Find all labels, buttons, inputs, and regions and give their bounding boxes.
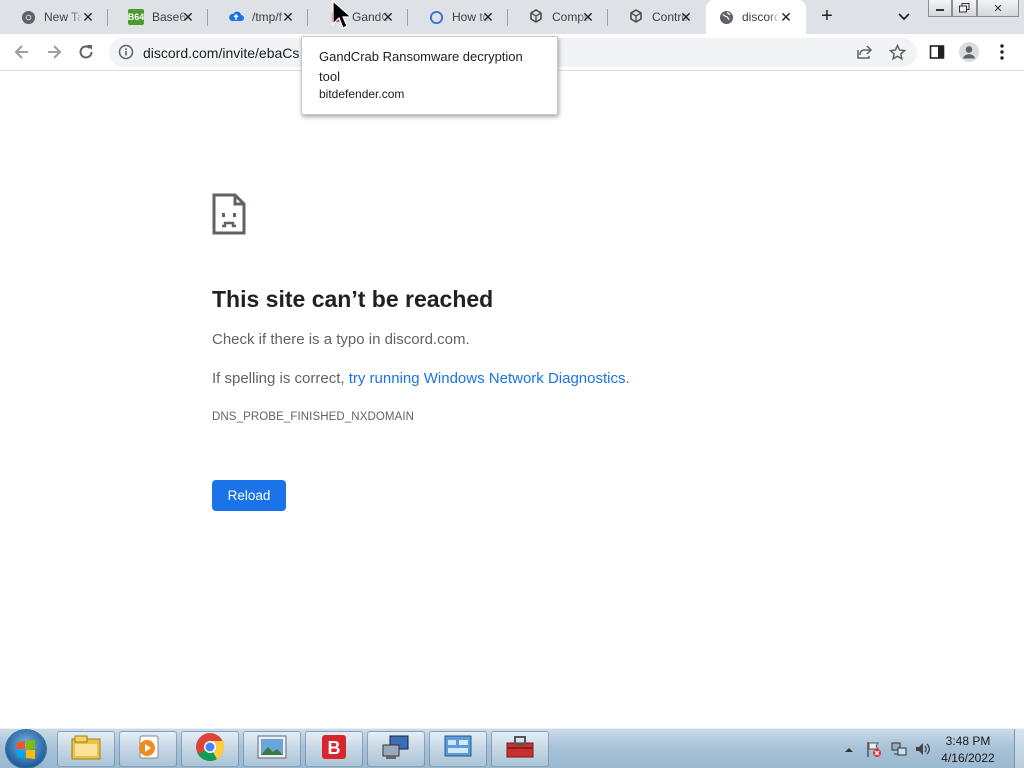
error-code: DNS_PROBE_FINISHED_NXDOMAIN [212, 411, 415, 423]
tab-strip: New Tab ✕ B64 Base64 ✕ /tmp/f ✕ B GandCr… [0, 0, 1024, 34]
network-diagnostics-link[interactable]: try running Windows Network Diagnostics [349, 370, 626, 387]
taskbar-chrome[interactable] [181, 731, 239, 767]
reload-icon[interactable] [74, 40, 98, 64]
bitdefender-icon: B [320, 733, 348, 766]
side-panel-icon[interactable] [925, 40, 949, 64]
back-button[interactable] [10, 40, 34, 64]
action-center-flag-icon[interactable] [865, 740, 883, 763]
start-button[interactable] [6, 730, 46, 768]
taskbar-photos[interactable] [243, 731, 301, 767]
taskbar-media-player[interactable] [119, 731, 177, 767]
tab-title: New Tab [44, 10, 82, 24]
chrome-icon [20, 9, 36, 25]
error-diagnostics-line: If spelling is correct, try running Wind… [212, 370, 630, 387]
close-icon[interactable]: ✕ [580, 9, 596, 25]
sad-page-icon [212, 193, 246, 240]
share-icon[interactable] [855, 44, 873, 65]
control-panel-icon [443, 733, 473, 766]
explorer-icon [70, 733, 102, 766]
tab-search-button[interactable] [893, 7, 915, 27]
close-icon[interactable]: ✕ [480, 9, 496, 25]
error-page: This site can’t be reached Check if ther… [0, 72, 1024, 728]
forward-button[interactable] [42, 40, 66, 64]
show-desktop-button[interactable] [1014, 729, 1024, 768]
close-icon[interactable]: ✕ [678, 9, 694, 25]
tab-base64[interactable]: B64 Base64 ✕ [108, 0, 208, 34]
taskbar-toolbox[interactable] [491, 731, 549, 767]
taskbar-control-panel[interactable] [429, 731, 487, 767]
tab-title: discord [742, 10, 780, 24]
tab-new-tab[interactable]: New Tab ✕ [0, 0, 108, 34]
network-tray-icon[interactable] [890, 740, 908, 763]
circle-icon [428, 9, 444, 25]
close-icon[interactable]: ✕ [180, 9, 196, 25]
menu-kebab-icon[interactable] [990, 40, 1014, 64]
system-clock[interactable]: 3:48 PM 4/16/2022 [938, 733, 998, 767]
tab-gandcrab[interactable]: B GandCrab ✕ [308, 0, 408, 34]
taskbar-explorer[interactable] [57, 731, 115, 767]
clock-time: 3:48 PM [945, 734, 991, 748]
media-player-icon [134, 733, 162, 766]
tray-expand-icon[interactable] [844, 742, 854, 760]
toolbox-icon [504, 733, 536, 766]
tab-computer[interactable]: Computer ✕ [508, 0, 608, 34]
tooltip-title: GandCrab Ransomware decryption tool [319, 49, 523, 84]
tab-how-to[interactable]: How to ✕ [408, 0, 508, 34]
close-window-button[interactable]: ✕ [977, 0, 1019, 17]
close-icon[interactable]: ✕ [80, 9, 96, 25]
network-icon [380, 733, 412, 766]
close-icon[interactable]: ✕ [380, 9, 396, 25]
taskbar-network[interactable] [367, 731, 425, 767]
tab-hover-tooltip: GandCrab Ransomware decryption tool bitd… [301, 36, 558, 115]
svg-text:B: B [328, 738, 341, 758]
tab-discord[interactable]: discord ✕ [706, 0, 806, 34]
tab-control[interactable]: Control ✕ [608, 0, 706, 34]
mouse-cursor-icon [332, 0, 353, 35]
profile-avatar[interactable] [957, 40, 981, 64]
taskbar-bitdefender[interactable]: B [305, 731, 363, 767]
close-icon[interactable]: ✕ [280, 9, 296, 25]
tab-tmp[interactable]: /tmp/f ✕ [208, 0, 308, 34]
minimize-button[interactable] [928, 0, 952, 17]
base64-icon: B64 [128, 9, 144, 25]
windows-taskbar: B [0, 728, 1024, 768]
computer-icon [528, 9, 544, 25]
cloud-icon [228, 9, 244, 25]
bookmark-star-icon[interactable] [888, 43, 907, 66]
restore-button[interactable] [952, 0, 977, 17]
tooltip-domain: bitdefender.com [319, 87, 405, 101]
close-icon[interactable]: ✕ [778, 9, 794, 25]
globe-icon [718, 9, 734, 25]
error-suggestion: Check if there is a typo in discord.com. [212, 331, 470, 348]
computer-icon [628, 9, 644, 25]
reload-button[interactable]: Reload [212, 480, 286, 511]
volume-icon[interactable] [914, 740, 932, 763]
error-heading: This site can’t be reached [212, 286, 494, 312]
clock-date: 4/16/2022 [941, 751, 995, 765]
photos-icon [256, 734, 288, 765]
diagnostics-suffix: . [625, 370, 630, 387]
chrome-icon [195, 732, 225, 767]
new-tab-button[interactable]: + [815, 5, 839, 29]
diagnostics-prefix: If spelling is correct, [212, 370, 349, 387]
url-text: discord.com/invite/ebaCs [143, 45, 300, 61]
info-icon[interactable] [118, 44, 134, 65]
